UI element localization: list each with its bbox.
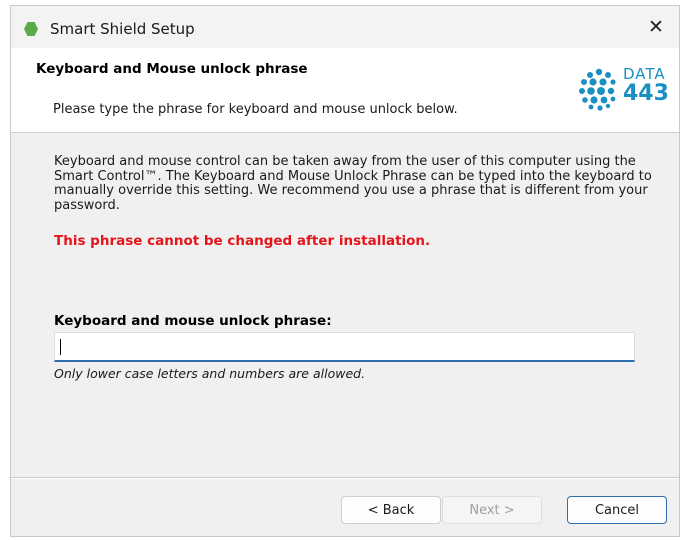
title-bar: Smart Shield Setup ✕ xyxy=(11,6,679,48)
page-subtitle: Please type the phrase for keyboard and … xyxy=(53,102,458,117)
footer-separator xyxy=(11,477,679,479)
setup-window: Smart Shield Setup ✕ Keyboard and Mouse … xyxy=(10,5,680,537)
close-button[interactable]: ✕ xyxy=(633,6,679,48)
app-icon xyxy=(24,22,38,36)
input-hint: Only lower case letters and numbers are … xyxy=(54,366,366,381)
close-icon: ✕ xyxy=(648,16,664,38)
cancel-button[interactable]: Cancel xyxy=(567,496,667,524)
unlock-phrase-label: Keyboard and mouse unlock phrase: xyxy=(54,313,332,329)
warning-text: This phrase cannot be changed after inst… xyxy=(54,233,431,249)
data443-logo: DATA 443 xyxy=(577,63,675,113)
next-button[interactable]: Next > xyxy=(442,496,542,524)
window-title: Smart Shield Setup xyxy=(50,20,195,38)
text-cursor xyxy=(60,339,61,355)
back-button[interactable]: < Back xyxy=(341,496,441,524)
description-text: Keyboard and mouse control can be taken … xyxy=(54,154,652,213)
logo-mark-icon xyxy=(579,68,616,111)
unlock-phrase-input[interactable] xyxy=(54,332,635,362)
logo-number: 443 xyxy=(623,81,669,106)
page-title: Keyboard and Mouse unlock phrase xyxy=(36,61,308,77)
wizard-header: Keyboard and Mouse unlock phrase Please … xyxy=(11,48,679,133)
